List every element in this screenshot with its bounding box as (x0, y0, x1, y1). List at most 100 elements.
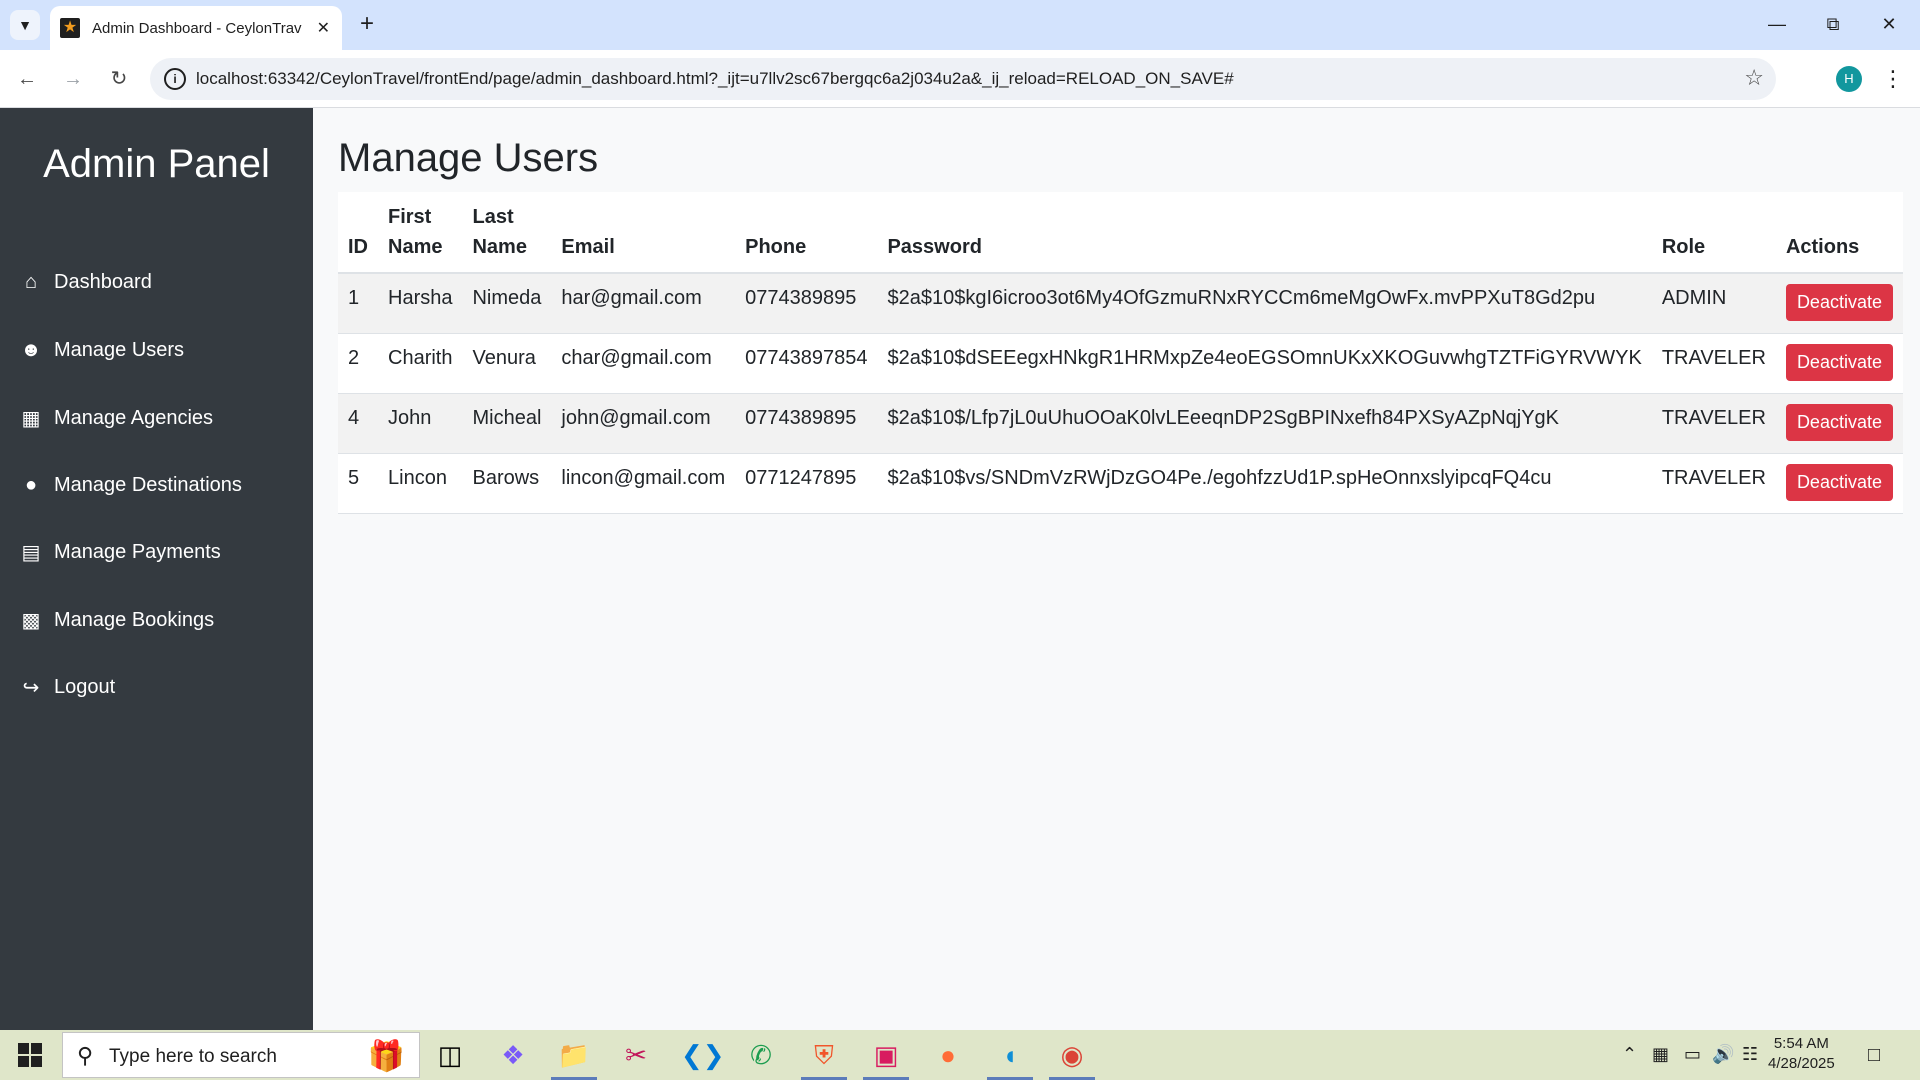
search-placeholder: Type here to search (109, 1046, 277, 1067)
deactivate-button[interactable]: Deactivate (1785, 464, 1893, 501)
brave-icon[interactable]: ⛨ (806, 1038, 842, 1072)
cell-phone: 07743897854 (735, 333, 878, 394)
deactivate-button[interactable]: Deactivate (1785, 404, 1893, 441)
chevron-up-icon[interactable]: ⌃ (1622, 1044, 1637, 1065)
whatsapp-icon[interactable]: ✆ (743, 1038, 779, 1072)
sidebar-item-dashboard[interactable]: ⌂ Dashboard (18, 262, 152, 302)
cell-email: har@gmail.com (551, 273, 736, 334)
sidebar-item-manage-destinations[interactable]: ● Manage Destinations (18, 465, 242, 505)
chevron-down-icon: ▼ (18, 17, 32, 33)
search-icon: ⚲ (77, 1043, 94, 1068)
cell-last-name: Barows (462, 453, 552, 514)
meet-icon[interactable]: ▦ (1652, 1044, 1669, 1065)
deactivate-button[interactable]: Deactivate (1785, 284, 1893, 321)
back-arrow-icon: ← (17, 68, 37, 90)
cell-password: $2a$10$dSEEegxHNkgR1HRMxpZe4eoEGSOmnUKxX… (877, 333, 1652, 394)
sidebar-item-manage-payments[interactable]: ▤ Manage Payments (18, 532, 221, 572)
cell-id: 5 (338, 453, 378, 514)
windows-logo-icon (18, 1043, 29, 1054)
column-header-first-name: First Name (378, 192, 463, 274)
sign-out-icon: ↪ (22, 676, 40, 699)
users-icon: ☻ (20, 338, 42, 361)
back-button[interactable]: ← (12, 64, 42, 94)
volume-icon[interactable]: 🔊 (1712, 1044, 1734, 1065)
cell-email: lincon@gmail.com (551, 453, 736, 514)
credit-card-icon: ▤ (21, 541, 41, 564)
star-outline-icon[interactable]: ☆ (1744, 65, 1764, 91)
postman-icon[interactable]: ● (930, 1038, 966, 1072)
reload-button[interactable]: ↻ (104, 64, 134, 94)
cell-id: 2 (338, 333, 378, 394)
battery-icon[interactable]: ▭ (1684, 1044, 1701, 1065)
task-view-icon[interactable]: ◫ (432, 1038, 468, 1072)
table-row: 1 Harsha Nimeda har@gmail.com 0774389895… (338, 273, 1903, 334)
new-tab-button[interactable]: + (352, 10, 382, 40)
browser-tab[interactable]: ★ Admin Dashboard - CeylonTravel ✕ (50, 6, 342, 50)
cell-first-name: Charith (378, 333, 463, 394)
cell-role: TRAVELER (1651, 393, 1776, 454)
building-icon: ▦ (21, 407, 41, 430)
restore-button[interactable]: ⧉ (1810, 8, 1856, 40)
reload-icon: ↻ (110, 68, 128, 90)
cell-role: TRAVELER (1651, 453, 1776, 514)
chrome-icon[interactable]: ◉ (1054, 1038, 1090, 1072)
tab-search-button[interactable]: ▼ (10, 10, 40, 40)
close-window-button[interactable]: ✕ (1866, 8, 1912, 40)
sidebar-title: Admin Panel (43, 142, 270, 186)
cell-email: john@gmail.com (551, 393, 736, 454)
browser-tab-strip: ▼ ★ Admin Dashboard - CeylonTravel ✕ + —… (0, 0, 1920, 50)
wifi-icon[interactable]: ☷ (1742, 1044, 1758, 1065)
close-icon[interactable]: ✕ (317, 18, 330, 38)
clock-date: 4/28/2025 (1768, 1055, 1835, 1072)
forward-button[interactable]: → (58, 64, 88, 94)
users-table: ID First Name Last Name Email Phone Pass… (338, 192, 1903, 514)
sidebar-item-label: Manage Payments (54, 540, 221, 563)
sidebar-item-label: Logout (54, 675, 116, 698)
cell-first-name: Lincon (378, 453, 463, 514)
cell-password: $2a$10$kgI6icroo3ot6My4OfGzmuRNxRYCCm6me… (877, 273, 1652, 334)
deactivate-button[interactable]: Deactivate (1785, 344, 1893, 381)
sidebar-item-manage-bookings[interactable]: ▩ Manage Bookings (18, 600, 215, 640)
system-clock[interactable]: 5:54 AM 4/28/2025 (1768, 1034, 1835, 1074)
sidebar: Admin Panel ⌂ Dashboard ☻ Manage Users ▦… (0, 108, 313, 1030)
cell-actions: Deactivate (1775, 393, 1903, 454)
sidebar-item-manage-agencies[interactable]: ▦ Manage Agencies (18, 398, 213, 438)
column-header-role: Role (1651, 192, 1776, 274)
table-row: 4 John Micheal john@gmail.com 0774389895… (338, 393, 1903, 454)
forward-arrow-icon: → (63, 68, 83, 90)
vscode-icon[interactable]: ❮❯ (681, 1038, 725, 1072)
info-icon[interactable]: i (164, 68, 186, 90)
file-explorer-icon[interactable]: 📁 (556, 1038, 592, 1072)
cell-phone: 0774389895 (735, 273, 878, 334)
minimize-button[interactable]: — (1754, 8, 1800, 40)
column-header-password: Password (877, 192, 1652, 274)
snipping-tool-icon[interactable]: ✂ (618, 1038, 654, 1072)
cell-id: 1 (338, 273, 378, 334)
plus-icon: + (359, 10, 374, 37)
sidebar-item-logout[interactable]: ↪ Logout (18, 667, 116, 707)
table-row: 5 Lincon Barows lincon@gmail.com 0771247… (338, 453, 1903, 514)
cell-password: $2a$10$/Lfp7jL0uUhuOOaK0lvLEeeqnDP2SgBPI… (877, 393, 1652, 454)
copilot-icon[interactable]: ❖ (495, 1038, 531, 1072)
windows-taskbar: ⚲ Type here to search 🎁 ◫ ❖ 📁 ✂ ❮❯ ✆ ⛨ ▣… (0, 1030, 1920, 1080)
profile-avatar[interactable]: H (1836, 66, 1862, 92)
browser-toolbar: ← → ↻ i localhost:63342/CeylonTravel/fro… (0, 50, 1920, 108)
notification-icon[interactable]: □ (1868, 1044, 1880, 1067)
cell-phone: 0771247895 (735, 453, 878, 514)
sidebar-item-manage-users[interactable]: ☻ Manage Users (18, 330, 184, 370)
cell-actions: Deactivate (1775, 333, 1903, 394)
address-bar[interactable]: i localhost:63342/CeylonTravel/frontEnd/… (150, 58, 1776, 100)
column-header-actions: Actions (1775, 192, 1903, 274)
cell-id: 4 (338, 393, 378, 454)
book-icon: ▩ (21, 609, 41, 632)
page-title: Manage Users (338, 136, 599, 180)
main-content: Manage Users ID First Name Last Name Ema… (313, 108, 1920, 1030)
edge-icon[interactable]: ◖ (992, 1038, 1028, 1072)
cell-actions: Deactivate (1775, 453, 1903, 514)
url-text[interactable]: localhost:63342/CeylonTravel/frontEnd/pa… (196, 69, 1234, 89)
three-dots-icon[interactable]: ⋮ (1880, 64, 1906, 94)
start-button[interactable] (10, 1038, 50, 1072)
taskbar-search[interactable]: ⚲ Type here to search 🎁 (62, 1032, 420, 1078)
intellij-icon[interactable]: ▣ (868, 1038, 904, 1072)
clock-time: 5:54 AM (1773, 1035, 1829, 1052)
